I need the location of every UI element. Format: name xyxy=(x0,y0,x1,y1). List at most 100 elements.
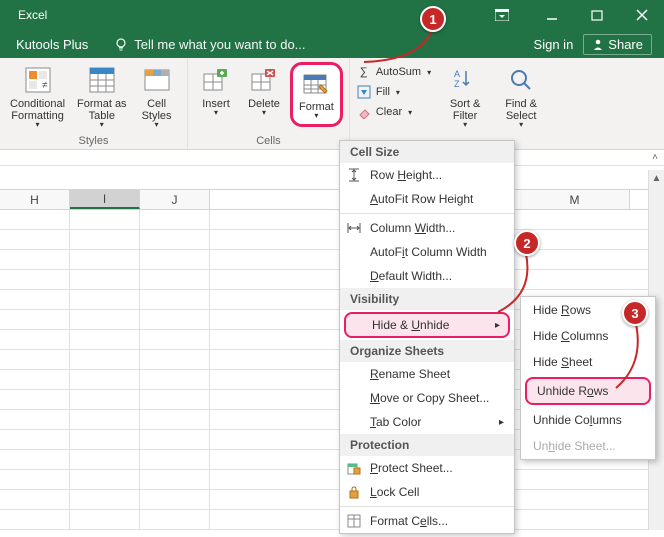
cell[interactable] xyxy=(140,230,210,250)
cell[interactable] xyxy=(70,430,140,450)
cell[interactable] xyxy=(0,350,70,370)
cell[interactable] xyxy=(0,490,70,510)
cell[interactable] xyxy=(630,230,648,250)
chevron-down-icon: ▾ xyxy=(100,120,104,129)
col-header-H[interactable]: H xyxy=(0,190,70,209)
ribbon-display-options-icon[interactable] xyxy=(487,0,517,30)
cell[interactable] xyxy=(520,210,630,230)
cell[interactable] xyxy=(70,270,140,290)
cell[interactable] xyxy=(630,470,648,490)
cell[interactable] xyxy=(630,490,648,510)
format-as-table-button[interactable]: Format as Table ▾ xyxy=(73,62,131,131)
insert-cells-button[interactable]: Insert ▾ xyxy=(194,62,238,119)
menu-lock-cell[interactable]: Lock Cell xyxy=(340,480,514,504)
cell[interactable] xyxy=(70,230,140,250)
cell[interactable] xyxy=(0,310,70,330)
cell[interactable] xyxy=(70,210,140,230)
chevron-down-icon: ▾ xyxy=(262,108,266,117)
sort-filter-button[interactable]: AZ Sort & Filter ▾ xyxy=(443,62,487,131)
cell[interactable] xyxy=(70,450,140,470)
menu-protect-sheet[interactable]: Protect Sheet... xyxy=(340,456,514,480)
cell[interactable] xyxy=(630,510,648,530)
menu-tab-color[interactable]: Tab Color ▸ xyxy=(340,410,514,434)
sign-in-link[interactable]: Sign in xyxy=(534,37,574,52)
col-header-M[interactable]: M xyxy=(520,190,630,209)
cell[interactable] xyxy=(70,350,140,370)
col-header-J[interactable]: J xyxy=(140,190,210,209)
menu-format-cells[interactable]: Format Cells... xyxy=(340,509,514,533)
cell[interactable] xyxy=(630,270,648,290)
cell[interactable] xyxy=(140,310,210,330)
cell[interactable] xyxy=(0,210,70,230)
cell[interactable] xyxy=(70,330,140,350)
menu-hide-unhide[interactable]: Hide & Unhide ▸ xyxy=(344,312,510,338)
scroll-up-arrow[interactable]: ▲ xyxy=(649,170,664,186)
cell[interactable] xyxy=(0,470,70,490)
cell[interactable] xyxy=(70,410,140,430)
menu-autofit-row-height[interactable]: AutoFit Row Height xyxy=(340,187,514,211)
cell[interactable] xyxy=(70,470,140,490)
cell[interactable] xyxy=(520,490,630,510)
cell[interactable] xyxy=(0,230,70,250)
cell[interactable] xyxy=(140,250,210,270)
cell[interactable] xyxy=(0,250,70,270)
cell-styles-button[interactable]: Cell Styles ▾ xyxy=(135,62,179,131)
cell[interactable] xyxy=(140,450,210,470)
cell[interactable] xyxy=(520,510,630,530)
cell[interactable] xyxy=(140,470,210,490)
cell[interactable] xyxy=(140,510,210,530)
minimize-button[interactable] xyxy=(529,0,574,30)
collapse-ribbon-icon[interactable]: ˄ xyxy=(652,152,658,163)
submenu-unhide-columns[interactable]: Unhide Columns xyxy=(521,407,655,433)
cell[interactable] xyxy=(70,290,140,310)
tell-me-search[interactable]: Tell me what you want to do... xyxy=(114,37,305,52)
cell[interactable] xyxy=(0,270,70,290)
cell[interactable] xyxy=(140,390,210,410)
cell[interactable] xyxy=(70,390,140,410)
cell[interactable] xyxy=(140,330,210,350)
tab-kutools-plus[interactable]: Kutools Plus xyxy=(6,30,98,58)
menu-column-width[interactable]: Column Width... xyxy=(340,216,514,240)
cell[interactable] xyxy=(0,390,70,410)
cell[interactable] xyxy=(0,290,70,310)
format-cells-button[interactable]: Format ▾ xyxy=(290,62,343,127)
cell[interactable] xyxy=(630,250,648,270)
menu-row-height[interactable]: Row Height... xyxy=(340,163,514,187)
cell[interactable] xyxy=(140,350,210,370)
find-select-button[interactable]: Find & Select ▾ xyxy=(499,62,543,131)
cell[interactable] xyxy=(0,450,70,470)
cell[interactable] xyxy=(70,310,140,330)
ribbon-collapse-strip: ˄ xyxy=(0,150,664,166)
cell[interactable] xyxy=(630,210,648,230)
cell[interactable] xyxy=(0,510,70,530)
cell[interactable] xyxy=(70,490,140,510)
cell[interactable] xyxy=(140,490,210,510)
cell[interactable] xyxy=(140,410,210,430)
cell[interactable] xyxy=(0,410,70,430)
share-button[interactable]: Share xyxy=(583,34,652,55)
conditional-formatting-button[interactable]: ≠ Conditional Formatting ▾ xyxy=(6,62,69,131)
cell[interactable] xyxy=(70,250,140,270)
menu-autofit-column-width[interactable]: AutoFit Column Width xyxy=(340,240,514,264)
delete-cells-button[interactable]: Delete ▾ xyxy=(242,62,286,119)
menu-move-copy-sheet[interactable]: Move or Copy Sheet... xyxy=(340,386,514,410)
maximize-button[interactable] xyxy=(574,0,619,30)
cell[interactable] xyxy=(140,210,210,230)
menu-rename-sheet[interactable]: Rename Sheet xyxy=(340,362,514,386)
fill-button[interactable]: Fill ▾ xyxy=(356,84,431,100)
cell[interactable] xyxy=(140,370,210,390)
clear-button[interactable]: Clear ▾ xyxy=(356,104,431,120)
cell[interactable] xyxy=(0,330,70,350)
chevron-down-icon: ▾ xyxy=(36,120,40,129)
close-button[interactable] xyxy=(619,0,664,30)
col-header-I[interactable]: I xyxy=(70,190,140,209)
cell[interactable] xyxy=(140,270,210,290)
cell[interactable] xyxy=(0,370,70,390)
cell[interactable] xyxy=(0,430,70,450)
menu-default-width[interactable]: Default Width... xyxy=(340,264,514,288)
cell[interactable] xyxy=(70,370,140,390)
cell[interactable] xyxy=(140,430,210,450)
cell[interactable] xyxy=(520,470,630,490)
cell[interactable] xyxy=(140,290,210,310)
cell[interactable] xyxy=(70,510,140,530)
